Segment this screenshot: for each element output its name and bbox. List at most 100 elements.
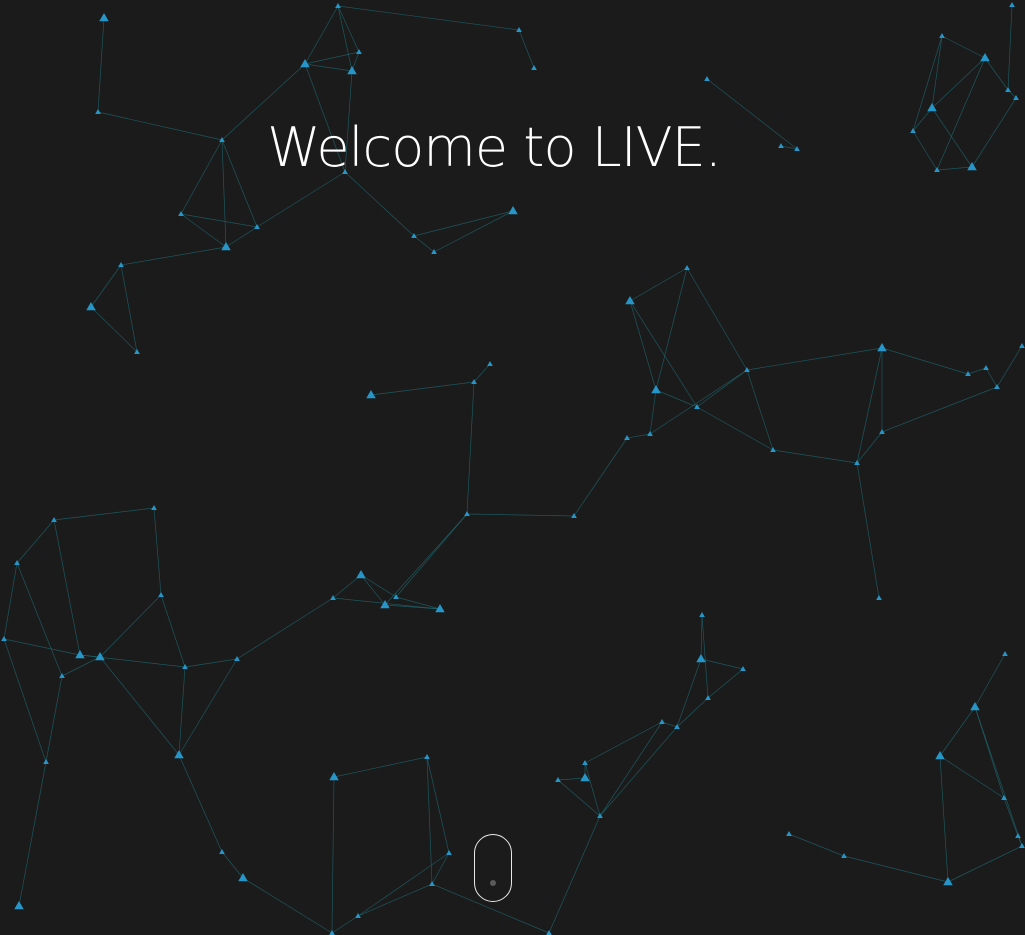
network-line: [649, 389, 657, 435]
network-node: [14, 901, 24, 910]
network-line: [225, 226, 258, 248]
network-line: [931, 57, 986, 109]
network-line: [304, 63, 353, 72]
network-line: [360, 574, 397, 598]
network-line: [941, 35, 986, 59]
network-line: [967, 367, 987, 375]
network-node: [99, 13, 109, 22]
network-node: [927, 103, 937, 112]
mouse-scroll-icon[interactable]: [474, 834, 512, 902]
network-line: [413, 210, 514, 237]
network-node: [659, 719, 665, 724]
network-node: [335, 3, 341, 8]
network-line: [843, 855, 949, 883]
network-node: [1001, 795, 1007, 800]
network-line: [304, 51, 360, 65]
network-line: [984, 57, 1009, 91]
network-node: [647, 431, 653, 436]
network-node: [1015, 833, 1021, 838]
network-node: [330, 595, 336, 600]
network-line: [700, 614, 703, 660]
network-line: [90, 264, 122, 308]
network-line: [856, 462, 880, 599]
network-line: [707, 668, 744, 699]
network-line: [337, 5, 520, 31]
network-line: [974, 706, 1023, 847]
network-line: [518, 29, 535, 69]
network-line: [357, 883, 433, 917]
network-line: [573, 437, 628, 517]
network-line: [466, 381, 475, 515]
network-node: [424, 754, 430, 759]
network-line: [599, 721, 663, 817]
network-line: [473, 363, 491, 383]
network-line: [180, 213, 227, 248]
network-node: [983, 365, 989, 370]
network-node: [970, 702, 980, 711]
network-node: [431, 249, 437, 254]
network-line: [772, 449, 858, 464]
network-line: [53, 507, 155, 521]
network-line: [856, 347, 883, 464]
network-node: [221, 242, 231, 251]
network-line: [548, 815, 601, 934]
network-node: [151, 505, 157, 510]
network-line: [221, 851, 244, 879]
network-line: [433, 210, 514, 253]
network-line: [337, 5, 353, 72]
network-line: [931, 35, 943, 109]
network-line: [599, 726, 678, 817]
network-node: [1019, 843, 1025, 848]
network-line: [939, 755, 1005, 799]
network-line: [99, 594, 162, 658]
network-node: [699, 612, 705, 617]
network-line: [3, 562, 18, 640]
network-line: [996, 345, 1023, 388]
network-line: [788, 833, 845, 857]
network-line: [61, 656, 101, 677]
network-line: [655, 389, 698, 408]
network-line: [331, 776, 335, 934]
network-line: [881, 386, 998, 433]
network-node: [705, 695, 711, 700]
network-line: [242, 877, 333, 934]
network-node: [329, 930, 335, 935]
network-line: [676, 658, 702, 728]
network-node: [1019, 343, 1025, 348]
network-node: [582, 760, 588, 765]
network-line: [178, 754, 223, 853]
network-node: [531, 65, 537, 70]
network-node: [571, 513, 577, 518]
scroll-wheel-dot: [490, 880, 496, 886]
welcome-heading: Welcome to LIVE.: [267, 116, 722, 179]
network-line: [333, 756, 428, 778]
network-line: [746, 347, 883, 371]
network-line: [881, 347, 969, 375]
network-node: [684, 265, 690, 270]
network-line: [160, 594, 186, 668]
network-node: [939, 33, 945, 38]
network-node: [696, 654, 706, 663]
network-line: [686, 267, 748, 371]
network-line: [700, 658, 744, 670]
network-node: [86, 302, 96, 311]
network-line: [395, 513, 468, 598]
network-line: [99, 656, 180, 756]
network-line: [357, 852, 450, 917]
network-node: [1009, 2, 1015, 7]
network-node: [786, 831, 792, 836]
network-node: [770, 447, 776, 452]
network-line: [1003, 797, 1019, 837]
network-node: [980, 53, 990, 62]
network-line: [3, 638, 81, 656]
network-node: [555, 777, 561, 782]
network-line: [97, 17, 105, 113]
network-line: [331, 915, 359, 934]
network-line: [178, 666, 186, 756]
network-node: [651, 385, 661, 394]
network-node: [877, 343, 887, 352]
network-line: [45, 675, 63, 763]
network-line: [746, 369, 774, 451]
network-line: [3, 638, 47, 763]
network-node: [704, 76, 710, 81]
